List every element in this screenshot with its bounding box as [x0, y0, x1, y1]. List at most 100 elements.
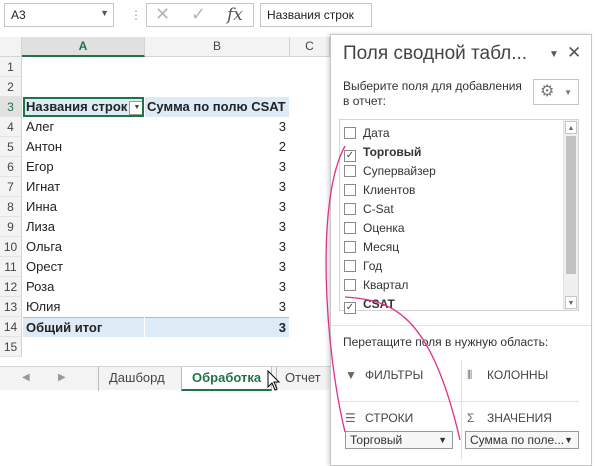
cell-b[interactable]: 3 [145, 117, 289, 137]
row-header[interactable]: 5 [0, 137, 22, 157]
checkbox[interactable] [344, 127, 356, 139]
cell-a[interactable]: Названия строк ▼ [23, 97, 144, 117]
rows-field-pill[interactable]: Торговый ▼ [345, 431, 453, 449]
field-item[interactable]: C-Sat [344, 200, 394, 219]
cancel-icon[interactable]: ✕ [155, 4, 170, 25]
scroll-thumb[interactable] [566, 136, 576, 274]
cell-a[interactable]: Антон [23, 137, 144, 157]
cell-b[interactable] [145, 77, 289, 97]
cell-b[interactable]: 2 [145, 137, 289, 157]
filters-area-label[interactable]: ▼ ФИЛЬТРЫ [345, 368, 423, 382]
rows-area-label[interactable]: ☰ СТРОКИ [345, 411, 413, 425]
cell-a[interactable]: Общий итог [23, 317, 144, 337]
chevron-down-icon[interactable]: ▼ [564, 432, 573, 448]
close-icon[interactable]: ✕ [567, 43, 581, 63]
row-header[interactable]: 8 [0, 197, 22, 217]
cell-b[interactable]: 3 [145, 277, 289, 297]
row-header[interactable]: 7 [0, 177, 22, 197]
field-item[interactable]: ✓ CSAT [344, 295, 395, 314]
cell-a[interactable]: Роза [23, 277, 144, 297]
cell-a[interactable]: Егор [23, 157, 144, 177]
values-area-label[interactable]: Σ ЗНАЧЕНИЯ [467, 411, 552, 425]
cell-b[interactable]: 3 [145, 237, 289, 257]
chevron-down-icon[interactable]: ▼ [549, 49, 559, 60]
row-header[interactable]: 13 [0, 297, 22, 317]
row-header[interactable]: 15 [0, 337, 22, 357]
cell-a[interactable]: Инна [23, 197, 144, 217]
cell-text: Роза [26, 279, 55, 294]
row-header[interactable]: 12 [0, 277, 22, 297]
checkbox-checked[interactable]: ✓ [344, 302, 356, 314]
column-header-c[interactable]: C [290, 37, 330, 57]
cell-b[interactable]: 3 [145, 297, 289, 317]
cell-a[interactable]: Алег [23, 117, 144, 137]
cell-b[interactable]: 3 [145, 197, 289, 217]
cell-b[interactable]: Сумма по полю CSAT [145, 97, 289, 117]
cell-text: Игнат [26, 179, 61, 194]
table-row: 1 [0, 57, 330, 77]
field-item[interactable]: Клиентов [344, 181, 415, 200]
checkbox-checked[interactable]: ✓ [344, 150, 356, 162]
insert-function-icon[interactable]: fx [227, 5, 243, 25]
cell-b[interactable]: 3 [145, 157, 289, 177]
resize-dots-icon[interactable]: ⋮ [130, 8, 142, 22]
tab-otchet[interactable]: Отчет [276, 367, 330, 391]
cell-b[interactable]: 3 [145, 217, 289, 237]
tab-obrabotka[interactable]: Обработка [181, 367, 273, 391]
scroll-right-icon[interactable]: ▶ [58, 372, 66, 383]
row-header[interactable]: 9 [0, 217, 22, 237]
checkbox[interactable] [344, 260, 356, 272]
row-header[interactable]: 1 [0, 57, 22, 77]
row-header[interactable]: 6 [0, 157, 22, 177]
cell-a[interactable]: Игнат [23, 177, 144, 197]
checkbox[interactable] [344, 165, 356, 177]
cell-b[interactable] [145, 337, 289, 357]
field-list-scrollbar[interactable]: ▲ ▼ [563, 120, 578, 310]
filter-dropdown-icon[interactable]: ▼ [129, 101, 142, 115]
cell-b[interactable]: 3 [145, 257, 289, 277]
cell-a[interactable]: Орест [23, 257, 144, 277]
tools-button[interactable]: ⚙ ▼ [533, 79, 579, 105]
scroll-down-icon[interactable]: ▼ [565, 296, 577, 309]
row-header[interactable]: 4 [0, 117, 22, 137]
scroll-left-icon[interactable]: ◀ [22, 372, 30, 383]
field-item[interactable]: Супервайзер [344, 162, 436, 181]
values-field-pill[interactable]: Сумма по поле... ▼ [465, 431, 579, 449]
field-item[interactable]: Год [344, 257, 382, 276]
chevron-down-icon[interactable]: ▼ [438, 432, 447, 448]
scroll-up-icon[interactable]: ▲ [565, 121, 577, 134]
select-all-corner[interactable] [0, 37, 22, 57]
row-header[interactable]: 14 [0, 317, 22, 337]
row-header[interactable]: 11 [0, 257, 22, 277]
checkbox[interactable] [344, 279, 356, 291]
field-item[interactable]: Дата [344, 124, 390, 143]
cell-a[interactable] [23, 337, 144, 357]
cell-a[interactable]: Ольга [23, 237, 144, 257]
cell-a[interactable] [23, 77, 144, 97]
cell-b[interactable]: 3 [145, 317, 289, 337]
confirm-icon[interactable]: ✓ [191, 4, 206, 25]
row-header[interactable]: 2 [0, 77, 22, 97]
checkbox[interactable] [344, 241, 356, 253]
column-header-a[interactable]: A [22, 37, 145, 57]
name-box[interactable]: A3 ▼ [4, 3, 114, 27]
cell-a[interactable]: Лиза [23, 217, 144, 237]
checkbox[interactable] [344, 184, 356, 196]
column-header-b[interactable]: B [145, 37, 290, 57]
formula-input[interactable]: Названия строк [260, 3, 372, 27]
row-header[interactable]: 10 [0, 237, 22, 257]
field-item[interactable]: Месяц [344, 238, 399, 257]
chevron-down-icon[interactable]: ▼ [100, 8, 109, 18]
columns-area-label[interactable]: ⦀ КОЛОННЫ [467, 368, 548, 383]
row-header[interactable]: 3 [0, 97, 22, 117]
cell-a[interactable]: Юлия [23, 297, 144, 317]
cell-a[interactable] [23, 57, 144, 77]
checkbox[interactable] [344, 222, 356, 234]
tab-dashbord[interactable]: Дашборд [98, 367, 175, 391]
field-item[interactable]: Квартал [344, 276, 408, 295]
cell-b[interactable] [145, 57, 289, 77]
field-item[interactable]: ✓ Торговый [344, 143, 421, 162]
cell-b[interactable]: 3 [145, 177, 289, 197]
field-item[interactable]: Оценка [344, 219, 405, 238]
checkbox[interactable] [344, 203, 356, 215]
